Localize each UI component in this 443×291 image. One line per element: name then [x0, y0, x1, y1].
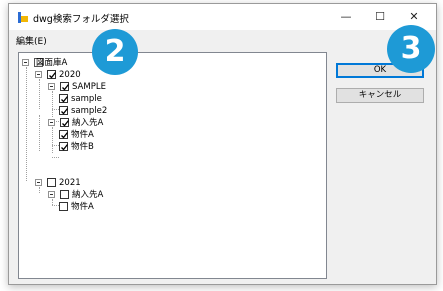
tree-line: [26, 67, 27, 181]
checkmark-icon: [61, 132, 69, 139]
checkmark-icon: [61, 108, 69, 115]
tree-node-label: 2021: [59, 178, 81, 188]
checkmark-icon: [49, 72, 57, 79]
tree-node-label: 物件A: [71, 202, 94, 212]
maximize-button[interactable]: ☐: [363, 4, 397, 30]
window-title: dwg検索フォルダ選択: [33, 14, 129, 25]
checkbox[interactable]: [59, 130, 69, 139]
checkmark-icon: [61, 96, 69, 103]
collapse-icon[interactable]: [48, 119, 55, 126]
checkbox[interactable]: [60, 190, 69, 199]
tree-node-label: sample2: [71, 106, 108, 116]
checkmark-icon: [61, 144, 69, 151]
checkmark-icon: [62, 84, 70, 91]
checkbox[interactable]: [60, 82, 70, 91]
tree-node-label: SAMPLE: [72, 82, 106, 92]
tree-node-label: 物件A: [71, 130, 94, 140]
tree-line: [52, 91, 53, 117]
app-icon: [18, 12, 28, 23]
tree-line: [52, 145, 59, 146]
tree-line: [39, 115, 40, 151]
tree-node-label: 納入先A: [72, 190, 104, 200]
title-bar: dwg検索フォルダ選択 — ☐ ✕: [9, 4, 436, 30]
menu-edit[interactable]: 編集(E): [16, 34, 47, 47]
checkbox[interactable]: [59, 202, 68, 211]
folder-tree[interactable]: 図面庫A 2020 SAMPLE sample sample2 納入先A 物件A…: [18, 52, 327, 279]
menu-bar: 編集(E): [9, 30, 436, 48]
checkbox[interactable]: [47, 70, 57, 79]
tree-line: [39, 187, 40, 193]
checkmark-icon: [62, 120, 70, 127]
collapse-icon[interactable]: [22, 59, 29, 66]
step-badge-2: 2: [92, 29, 138, 75]
tree-line: [39, 79, 40, 109]
step-badge-3: 3: [387, 25, 435, 73]
checkbox[interactable]: [60, 118, 70, 127]
tree-line: [52, 127, 53, 153]
tree-node-label: 納入先A: [72, 118, 104, 128]
checkbox[interactable]: [59, 106, 69, 115]
tree-node-label: 物件B: [71, 142, 94, 152]
tree-node-label: 2020: [59, 70, 81, 80]
collapse-icon[interactable]: [35, 71, 42, 78]
cancel-button[interactable]: キャンセル: [336, 88, 424, 103]
tree-line: [52, 205, 59, 206]
tree-line: [52, 109, 59, 110]
tree-node-label: 図面庫A: [36, 58, 68, 68]
collapse-icon[interactable]: [48, 83, 55, 90]
checkbox[interactable]: [59, 142, 69, 151]
minimize-button[interactable]: —: [329, 4, 363, 30]
tree-node-label: sample: [71, 94, 102, 104]
tree-line: [52, 157, 59, 158]
dialog-window: dwg検索フォルダ選択 — ☐ ✕ 編集(E) 図面庫A 2020 SAMPLE…: [8, 3, 437, 285]
checkbox[interactable]: [59, 94, 69, 103]
collapse-icon[interactable]: [35, 179, 42, 186]
checkbox[interactable]: [47, 178, 56, 187]
collapse-icon[interactable]: [48, 191, 55, 198]
